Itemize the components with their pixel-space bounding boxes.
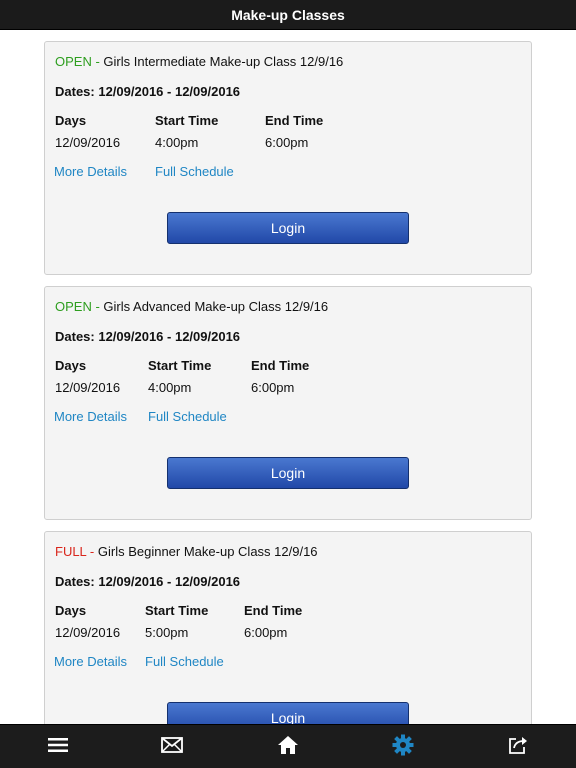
login-button[interactable]: Login [167, 457, 409, 489]
status-label: OPEN [55, 299, 92, 314]
status-label: OPEN [55, 54, 92, 69]
bottom-tab-bar [0, 724, 576, 768]
class-title-line: OPEN - Girls Advanced Make-up Class 12/9… [55, 299, 328, 314]
menu-icon [48, 737, 68, 758]
class-card: FULL - Girls Beginner Make-up Class 12/9… [44, 531, 532, 724]
class-dates: Dates: 12/09/2016 - 12/09/2016 [55, 574, 241, 589]
days-value: 12/09/2016 [55, 135, 121, 150]
class-dates: Dates: 12/09/2016 - 12/09/2016 [55, 329, 241, 344]
class-card: OPEN - Girls Advanced Make-up Class 12/9… [44, 286, 532, 520]
login-button[interactable]: Login [167, 212, 409, 244]
end-time-header: End Time [265, 113, 324, 128]
top-bar: Make-up Classes [0, 0, 576, 30]
days-header: Days [55, 603, 87, 618]
start-time-value: 5:00pm [145, 625, 189, 640]
status-label: FULL [55, 544, 87, 559]
class-list[interactable]: OPEN - Girls Intermediate Make-up Class … [0, 30, 576, 724]
full-schedule-link[interactable]: Full Schedule [145, 654, 224, 669]
full-schedule-link[interactable]: Full Schedule [148, 409, 227, 424]
share-icon [508, 735, 528, 760]
start-time-header: Start Time [145, 603, 209, 618]
status-separator: - [86, 544, 98, 559]
gear-icon [392, 734, 414, 761]
start-time-value: 4:00pm [155, 135, 199, 150]
end-time-value: 6:00pm [251, 380, 295, 395]
start-time-value: 4:00pm [148, 380, 192, 395]
class-name: Girls Intermediate Make-up Class 12/9/16 [103, 54, 344, 69]
menu-tab[interactable] [28, 725, 88, 768]
more-details-link[interactable]: More Details [54, 409, 127, 424]
class-dates: Dates: 12/09/2016 - 12/09/2016 [55, 84, 241, 99]
end-time-value: 6:00pm [244, 625, 288, 640]
class-name: Girls Advanced Make-up Class 12/9/16 [103, 299, 329, 314]
mail-tab[interactable] [142, 725, 202, 768]
class-title-line: FULL - Girls Beginner Make-up Class 12/9… [55, 544, 318, 559]
end-time-header: End Time [251, 358, 310, 373]
start-time-header: Start Time [148, 358, 212, 373]
home-tab[interactable] [258, 725, 318, 768]
class-title-line: OPEN - Girls Intermediate Make-up Class … [55, 54, 343, 69]
status-separator: - [91, 299, 104, 314]
page-title: Make-up Classes [231, 6, 345, 23]
class-name: Girls Beginner Make-up Class 12/9/16 [97, 544, 318, 559]
login-button[interactable]: Login [167, 702, 409, 724]
days-value: 12/09/2016 [55, 625, 121, 640]
settings-tab[interactable] [373, 725, 433, 768]
end-time-value: 6:00pm [265, 135, 309, 150]
end-time-header: End Time [244, 603, 303, 618]
days-header: Days [55, 113, 87, 128]
days-header: Days [55, 358, 87, 373]
home-icon [277, 735, 299, 760]
more-details-link[interactable]: More Details [54, 164, 127, 179]
more-details-link[interactable]: More Details [54, 654, 127, 669]
share-tab[interactable] [488, 725, 548, 768]
days-value: 12/09/2016 [55, 380, 121, 395]
mail-icon [161, 736, 183, 758]
start-time-header: Start Time [155, 113, 219, 128]
status-separator: - [91, 54, 104, 69]
class-card: OPEN - Girls Intermediate Make-up Class … [44, 41, 532, 275]
full-schedule-link[interactable]: Full Schedule [155, 164, 234, 179]
